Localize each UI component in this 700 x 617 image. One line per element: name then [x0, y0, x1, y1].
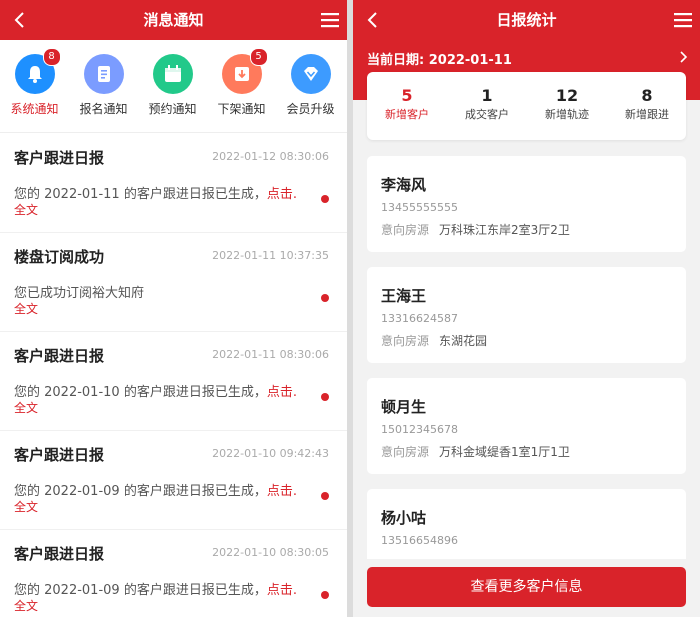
- message-time: 2022-01-10 09:42:43: [212, 447, 329, 460]
- top-bar: 消息通知: [0, 0, 347, 40]
- message-body: 您的 2022-01-11 的客户跟进日报已生成，点击.: [14, 187, 297, 202]
- customer-name: 李海风: [381, 176, 427, 194]
- customer-intent: 意向房源 万科金域缇香1室1厅1卫: [381, 445, 570, 459]
- stat-label: 新增轨迹: [545, 108, 589, 121]
- menu-icon[interactable]: [319, 9, 341, 31]
- stat-new-followups[interactable]: 8 新增跟进: [607, 86, 687, 122]
- customer-phone: 13316624587: [381, 312, 458, 325]
- category-signup[interactable]: 报名通知: [69, 54, 138, 117]
- click-more-link[interactable]: 点击.: [267, 187, 297, 202]
- stat-value: 1: [481, 86, 493, 105]
- customer-card[interactable]: 王海王 13316624587 意向房源 东湖花园: [367, 267, 686, 363]
- customer-phone: 13516654896: [381, 534, 458, 547]
- page-title: 日报统计: [496, 11, 557, 29]
- badge-count: 8: [42, 48, 61, 66]
- stats-card: 5 新增客户 1 成交客户 12 新增轨迹 8 新增跟进: [367, 72, 686, 140]
- stat-label: 新增跟进: [625, 108, 669, 121]
- stat-label: 成交客户: [465, 108, 509, 121]
- category-label: 下架通知: [217, 102, 266, 116]
- message-item[interactable]: 客户跟进日报 2022-01-10 08:30:05 您的 2022-01-09…: [0, 529, 347, 617]
- calendar-icon: [152, 54, 193, 94]
- bell-icon: 8: [14, 48, 61, 94]
- view-more-customers-button[interactable]: 查看更多客户信息: [367, 567, 686, 607]
- message-body: 您已成功订阅裕大知府: [14, 286, 145, 301]
- page-title: 消息通知: [143, 11, 204, 29]
- date-selector[interactable]: 当前日期: 2022-01-11: [353, 40, 700, 76]
- unread-dot: [321, 393, 329, 401]
- message-time: 2022-01-12 08:30:06: [212, 150, 329, 163]
- customer-name: 顿月生: [381, 398, 427, 416]
- message-item[interactable]: 楼盘订阅成功 2022-01-11 10:37:35 您已成功订阅裕大知府 全文: [0, 232, 347, 332]
- full-text-link[interactable]: 全文: [14, 399, 38, 416]
- stat-closed-customers[interactable]: 1 成交客户: [447, 86, 527, 122]
- notifications-screen: 消息通知 8 系统通知 报名通知 预约通知 5 下架通知 会员升级 客户跟进日报…: [0, 0, 347, 617]
- category-label: 会员升级: [286, 102, 335, 116]
- customer-intent: 意向房源 东湖花园: [381, 334, 488, 348]
- category-delisting[interactable]: 5 下架通知: [207, 48, 276, 117]
- full-text-link[interactable]: 全文: [14, 201, 38, 218]
- chevron-right-icon: [680, 51, 688, 63]
- stat-new-tracks[interactable]: 12 新增轨迹: [527, 86, 607, 122]
- unread-dot: [321, 591, 329, 599]
- customer-card[interactable]: 顿月生 15012345678 意向房源 万科金域缇香1室1厅1卫: [367, 378, 686, 474]
- message-time: 2022-01-10 08:30:05: [212, 546, 329, 559]
- download-icon: 5: [221, 48, 268, 94]
- notification-categories: 8 系统通知 报名通知 预约通知 5 下架通知 会员升级: [0, 40, 347, 132]
- stat-value: 12: [555, 86, 579, 105]
- customer-intent: 意向房源 万科珠江东岸2室3厅2卫: [381, 223, 570, 237]
- message-title: 楼盘订阅成功: [14, 248, 105, 266]
- message-time: 2022-01-11 10:37:35: [212, 249, 329, 262]
- message-item[interactable]: 客户跟进日报 2022-01-12 08:30:06 您的 2022-01-11…: [0, 133, 347, 233]
- badge-count: 5: [249, 48, 268, 66]
- current-date: 当前日期: 2022-01-11: [367, 53, 512, 68]
- message-item[interactable]: 客户跟进日报 2022-01-11 08:30:06 您的 2022-01-10…: [0, 331, 347, 431]
- click-more-link[interactable]: 点击.: [267, 583, 297, 598]
- message-body: 您的 2022-01-09 的客户跟进日报已生成，点击.: [14, 484, 297, 499]
- full-text-link[interactable]: 全文: [14, 300, 38, 317]
- menu-icon[interactable]: [672, 9, 694, 31]
- customer-phone: 13455555555: [381, 201, 458, 214]
- customer-name: 王海王: [381, 287, 427, 305]
- document-icon: [83, 54, 124, 94]
- message-body: 您的 2022-01-09 的客户跟进日报已生成，点击.: [14, 583, 297, 598]
- customer-card[interactable]: 李海风 13455555555 意向房源 万科珠江东岸2室3厅2卫: [367, 156, 686, 252]
- category-label: 系统通知: [10, 102, 59, 116]
- category-label: 预约通知: [148, 102, 197, 116]
- category-label: 报名通知: [79, 102, 128, 116]
- stat-value: 8: [641, 86, 653, 105]
- unread-dot: [321, 195, 329, 203]
- message-item[interactable]: 客户跟进日报 2022-01-10 09:42:43 您的 2022-01-09…: [0, 430, 347, 530]
- category-membership[interactable]: 会员升级: [276, 54, 345, 117]
- full-text-link[interactable]: 全文: [14, 597, 38, 614]
- diamond-icon: [290, 54, 331, 94]
- unread-dot: [321, 492, 329, 500]
- top-bar: 日报统计: [353, 0, 700, 40]
- message-title: 客户跟进日报: [14, 545, 105, 563]
- full-text-link[interactable]: 全文: [14, 498, 38, 515]
- stat-value: 5: [401, 86, 413, 105]
- message-title: 客户跟进日报: [14, 446, 105, 464]
- category-appointment[interactable]: 预约通知: [138, 54, 207, 117]
- stat-label: 新增客户: [385, 108, 429, 121]
- customer-name: 杨小咕: [381, 509, 427, 527]
- message-title: 客户跟进日报: [14, 149, 105, 167]
- category-system[interactable]: 8 系统通知: [0, 48, 69, 117]
- customer-phone: 15012345678: [381, 423, 458, 436]
- click-more-link[interactable]: 点击.: [267, 385, 297, 400]
- unread-dot: [321, 294, 329, 302]
- stat-new-customers[interactable]: 5 新增客户: [367, 86, 447, 122]
- daily-report-screen: 日报统计 当前日期: 2022-01-11 5 新增客户 1 成交客户 12 新…: [353, 0, 700, 617]
- click-more-link[interactable]: 点击.: [267, 484, 297, 499]
- message-time: 2022-01-11 08:30:06: [212, 348, 329, 361]
- message-title: 客户跟进日报: [14, 347, 105, 365]
- message-body: 您的 2022-01-10 的客户跟进日报已生成，点击.: [14, 385, 297, 400]
